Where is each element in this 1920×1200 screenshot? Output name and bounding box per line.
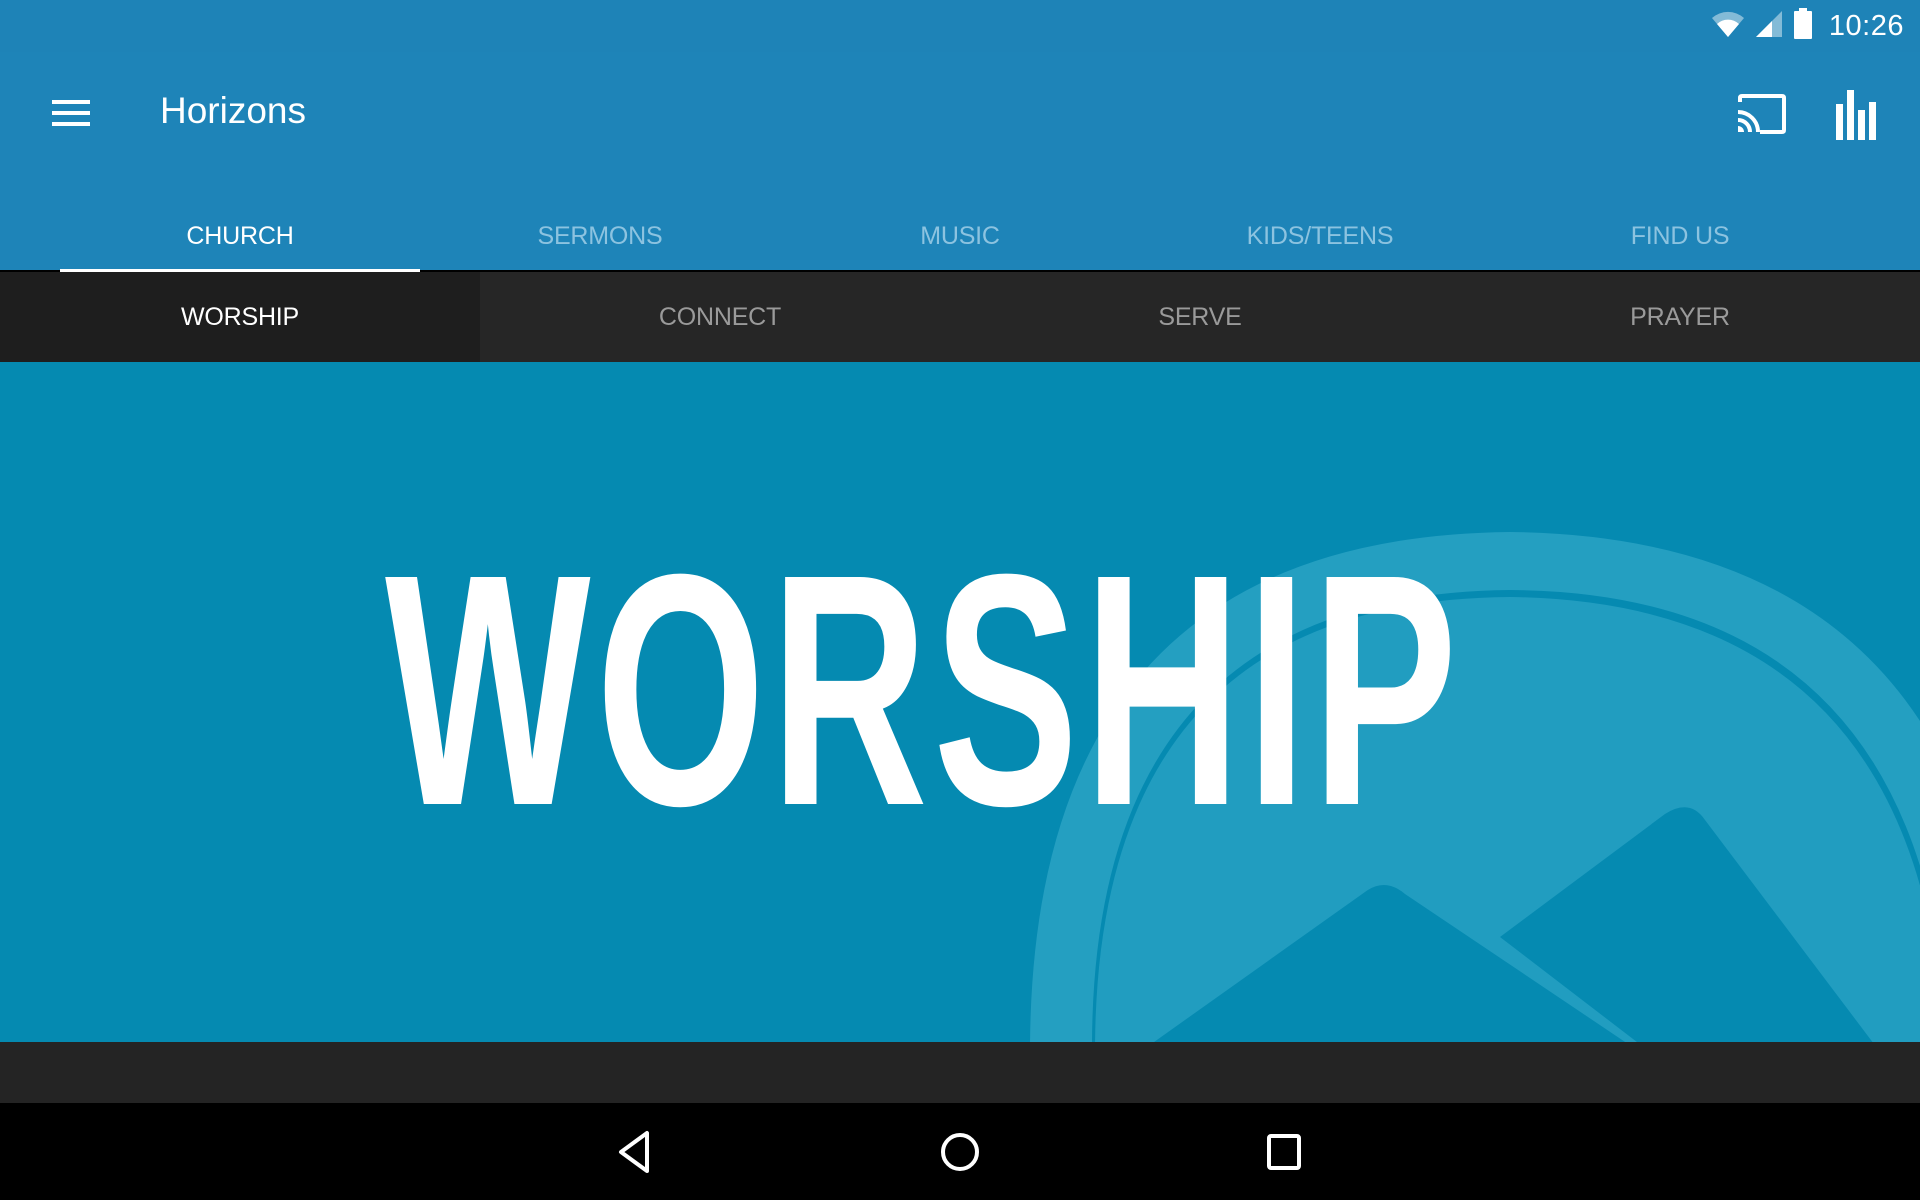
app-title: Horizons [160,90,306,131]
subtab-prayer[interactable]: PRAYER [1440,272,1920,362]
tab-church[interactable]: CHURCH [60,212,420,274]
equalizer-icon [1836,90,1876,140]
status-bar: 10:26 [0,0,1920,52]
content-footer-strip [0,1042,1920,1103]
app-bar: Horizons CHURCH SERMONS MUSIC KIDS/TEENS… [0,52,1920,274]
tab-sermons[interactable]: SERMONS [420,212,780,270]
status-time: 10:26 [1828,9,1904,42]
main-tabs: CHURCH SERMONS MUSIC KIDS/TEENS FIND US [60,212,1860,274]
wifi-icon [1711,10,1745,43]
tab-find-us[interactable]: FIND US [1500,212,1860,270]
home-button[interactable] [933,1125,987,1179]
tab-music[interactable]: MUSIC [780,212,1140,270]
worship-banner[interactable]: WORSHIP [0,362,1920,1042]
menu-button[interactable] [42,92,102,140]
equalizer-button[interactable] [1830,82,1882,142]
back-icon [619,1131,649,1173]
system-nav-bar [0,1103,1920,1200]
home-icon [941,1133,979,1171]
cell-signal-icon [1755,10,1783,43]
cast-button[interactable] [1730,88,1790,144]
status-icons: 10:26 [1711,6,1904,46]
tab-kids-teens[interactable]: KIDS/TEENS [1140,212,1500,270]
back-button[interactable] [609,1125,663,1179]
recents-button[interactable] [1257,1125,1311,1179]
battery-icon [1793,7,1813,45]
cast-icon [1737,94,1786,134]
banner-title: WORSHIP [385,505,1463,874]
subtab-worship[interactable]: WORSHIP [0,272,480,362]
subtab-serve[interactable]: SERVE [960,272,1440,362]
hamburger-menu-icon [52,100,90,126]
recents-icon [1267,1134,1301,1170]
sub-tabs: WORSHIP CONNECT SERVE PRAYER [0,272,1920,362]
subtab-connect[interactable]: CONNECT [480,272,960,362]
